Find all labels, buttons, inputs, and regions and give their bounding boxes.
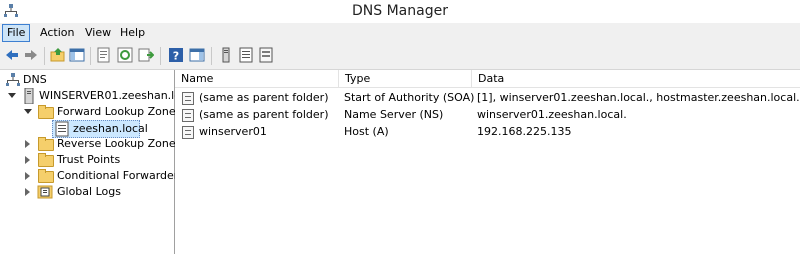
expand-toggle-icon[interactable]	[8, 93, 16, 98]
tree-label: Conditional Forwarders	[57, 169, 185, 182]
tree-label: Reverse Lookup Zones	[57, 137, 182, 150]
expand-toggle-icon[interactable]	[25, 172, 30, 180]
results-list[interactable]: Name Type Data (same as parent folder) S…	[175, 70, 800, 254]
record-icon[interactable]	[258, 47, 274, 63]
cell-name: (same as parent folder)	[199, 108, 329, 121]
cell-type: Host (A)	[344, 125, 389, 138]
refresh-icon[interactable]	[117, 47, 133, 63]
menu-view[interactable]: View	[81, 25, 115, 41]
cell-type: Name Server (NS)	[344, 108, 444, 121]
expand-toggle-icon[interactable]	[25, 188, 30, 196]
tree-item-server[interactable]: WINSERVER01.zeeshan.local	[0, 88, 197, 104]
server-icon[interactable]	[218, 47, 234, 63]
folder-icon	[38, 137, 54, 151]
window-title: DNS Manager	[352, 3, 448, 19]
tree-item-conditional-forwarders[interactable]: Conditional Forwarders	[0, 168, 184, 184]
cell-name: winserver01	[199, 125, 267, 138]
tree-label: Forward Lookup Zones	[57, 105, 182, 118]
tree-item-global-logs[interactable]: Global Logs	[0, 184, 174, 200]
column-header-name[interactable]: Name	[175, 70, 339, 88]
tree-label: Global Logs	[57, 185, 121, 198]
expand-toggle-icon[interactable]	[24, 109, 32, 114]
column-header-data[interactable]: Data	[472, 70, 800, 88]
cell-type: Start of Authority (SOA)	[344, 91, 475, 104]
cell-data: winserver01.zeeshan.local.	[477, 108, 627, 121]
show-hide-tree-icon[interactable]	[69, 47, 85, 63]
server-icon	[24, 88, 34, 104]
export-list-icon[interactable]	[138, 47, 154, 63]
help-icon[interactable]: ?	[168, 47, 184, 63]
record-icon	[182, 109, 194, 122]
cell-name: (same as parent folder)	[199, 91, 329, 104]
expand-toggle-icon[interactable]	[25, 140, 30, 148]
menu-bar: File Action View Help	[0, 23, 800, 43]
show-action-pane-icon[interactable]	[189, 47, 205, 63]
table-row[interactable]: winserver01 Host (A) 192.168.225.135	[175, 124, 800, 140]
back-arrow-icon[interactable]	[4, 47, 20, 63]
forward-arrow-icon[interactable]	[23, 47, 39, 63]
dns-icon	[6, 73, 20, 86]
table-row[interactable]: (same as parent folder) Start of Authori…	[175, 90, 800, 106]
properties-icon[interactable]	[96, 47, 112, 63]
toolbar: ?	[0, 43, 800, 70]
expand-toggle-icon[interactable]	[25, 156, 30, 164]
zone-icon[interactable]	[238, 47, 254, 63]
tree-label: Trust Points	[57, 153, 121, 166]
title-bar: DNS Manager	[0, 0, 800, 23]
tree-label: zeeshan.local	[73, 122, 148, 135]
up-folder-icon[interactable]	[50, 47, 66, 63]
cell-data: [1], winserver01.zeeshan.local., hostmas…	[477, 91, 800, 104]
record-icon	[182, 92, 194, 105]
tree-item-forward-lookup-zones[interactable]: Forward Lookup Zones	[0, 104, 181, 120]
tree-label: DNS	[23, 73, 47, 86]
column-header-type[interactable]: Type	[339, 70, 472, 88]
console-tree[interactable]: DNS WINSERVER01.zeeshan.local Forward Lo…	[0, 70, 197, 254]
menu-action[interactable]: Action	[36, 25, 78, 41]
svg-text:?: ?	[173, 50, 179, 63]
menu-file[interactable]: File	[2, 24, 31, 42]
tree-item-reverse-lookup-zones[interactable]: Reverse Lookup Zones	[0, 136, 181, 152]
tree-item-dns[interactable]: DNS	[0, 72, 174, 88]
tree-label: WINSERVER01.zeeshan.local	[39, 89, 197, 102]
event-log-icon	[37, 185, 53, 199]
menu-help[interactable]: Help	[116, 25, 149, 41]
folder-icon	[38, 169, 54, 183]
record-icon	[182, 126, 194, 139]
table-row[interactable]: (same as parent folder) Name Server (NS)…	[175, 107, 800, 123]
tree-item-trust-points[interactable]: Trust Points	[0, 152, 174, 168]
cell-data: 192.168.225.135	[477, 125, 572, 138]
folder-icon	[38, 105, 54, 119]
folder-icon	[38, 153, 54, 167]
zone-icon	[55, 121, 69, 137]
